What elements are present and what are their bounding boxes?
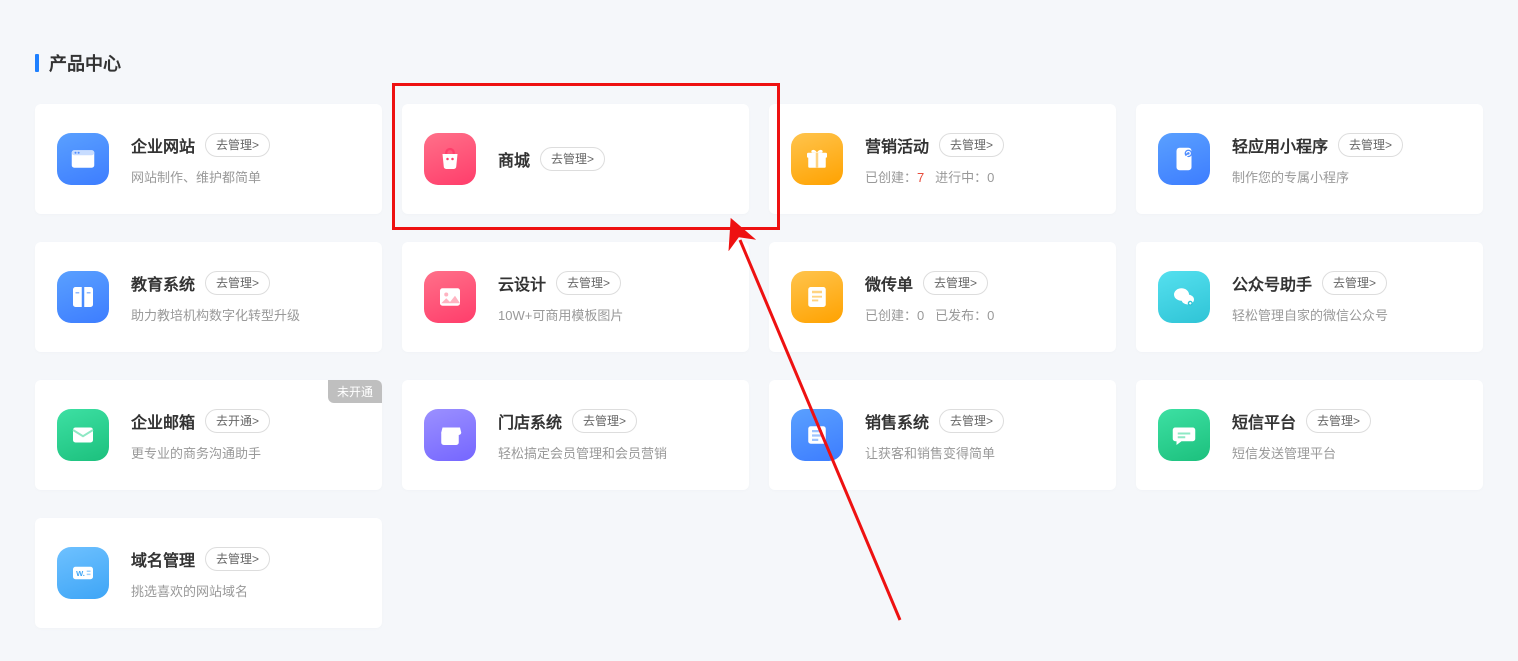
card-desc: 让获客和销售变得简单 xyxy=(865,443,1094,462)
created-label: 已创建： xyxy=(865,308,917,323)
activate-button[interactable]: 去开通> xyxy=(205,409,270,433)
card-title: 轻应用小程序 xyxy=(1232,133,1328,157)
card-title: 商城 xyxy=(498,147,530,171)
manage-button[interactable]: 去管理> xyxy=(1306,409,1371,433)
card-desc: 已创建：7 进行中：0 xyxy=(865,167,1094,186)
card-desc: 10W+可商用模板图片 xyxy=(498,305,727,324)
card-title: 企业邮箱 xyxy=(131,409,195,433)
flyer-icon xyxy=(791,271,843,323)
manage-button[interactable]: 去管理> xyxy=(205,133,270,157)
manage-button[interactable]: 去管理> xyxy=(1338,133,1403,157)
manage-button[interactable]: 去管理> xyxy=(1322,271,1387,295)
list-icon xyxy=(791,409,843,461)
section-title-bar xyxy=(35,54,39,72)
card-desc: 短信发送管理平台 xyxy=(1232,443,1461,462)
chat-icon xyxy=(1158,409,1210,461)
product-grid: 企业网站 去管理> 网站制作、维护都简单 商城 去管理> xyxy=(35,104,1483,628)
section-title: 产品中心 xyxy=(35,50,1483,76)
created-label: 已创建： xyxy=(865,170,917,185)
domain-icon: W. xyxy=(57,547,109,599)
card-desc: 挑选喜欢的网站域名 xyxy=(131,581,360,600)
card-title: 销售系统 xyxy=(865,409,929,433)
gift-icon xyxy=(791,133,843,185)
pub-label: 已发布： xyxy=(924,308,987,323)
image-icon xyxy=(424,271,476,323)
shopping-bag-icon xyxy=(424,133,476,185)
card-title: 营销活动 xyxy=(865,133,929,157)
book-icon xyxy=(57,271,109,323)
card-sales[interactable]: 销售系统 去管理> 让获客和销售变得简单 xyxy=(769,380,1116,490)
card-title: 域名管理 xyxy=(131,547,195,571)
card-title: 门店系统 xyxy=(498,409,562,433)
window-icon xyxy=(57,133,109,185)
card-edu[interactable]: 教育系统 去管理> 助力教培机构数字化转型升级 xyxy=(35,242,382,352)
manage-button[interactable]: 去管理> xyxy=(572,409,637,433)
store-icon xyxy=(424,409,476,461)
card-sms[interactable]: 短信平台 去管理> 短信发送管理平台 xyxy=(1136,380,1483,490)
card-desc: 网站制作、维护都简单 xyxy=(131,167,360,186)
card-domain[interactable]: W. 域名管理 去管理> 挑选喜欢的网站域名 xyxy=(35,518,382,628)
card-title: 公众号助手 xyxy=(1232,271,1312,295)
manage-button[interactable]: 去管理> xyxy=(205,271,270,295)
card-mall[interactable]: 商城 去管理> xyxy=(402,104,749,214)
card-desc: 轻松管理自家的微信公众号 xyxy=(1232,305,1461,324)
running-label: 进行中： xyxy=(924,170,987,185)
card-desc: 制作您的专属小程序 xyxy=(1232,167,1461,186)
card-desc: 助力教培机构数字化转型升级 xyxy=(131,305,360,324)
card-desc: 已创建：0 已发布：0 xyxy=(865,305,1094,324)
card-title: 微传单 xyxy=(865,271,913,295)
card-mail[interactable]: 未开通 企业邮箱 去开通> 更专业的商务沟通助手 xyxy=(35,380,382,490)
manage-button[interactable]: 去管理> xyxy=(205,547,270,571)
miniprogram-icon xyxy=(1158,133,1210,185)
manage-button[interactable]: 去管理> xyxy=(540,147,605,171)
inactive-tag: 未开通 xyxy=(328,380,382,403)
mail-icon xyxy=(57,409,109,461)
manage-button[interactable]: 去管理> xyxy=(939,133,1004,157)
card-miniapp[interactable]: 轻应用小程序 去管理> 制作您的专属小程序 xyxy=(1136,104,1483,214)
svg-text:W.: W. xyxy=(76,569,85,578)
card-title: 教育系统 xyxy=(131,271,195,295)
card-title: 短信平台 xyxy=(1232,409,1296,433)
card-title: 企业网站 xyxy=(131,133,195,157)
card-desc: 轻松搞定会员管理和会员营销 xyxy=(498,443,727,462)
card-title: 云设计 xyxy=(498,271,546,295)
pub-count: 0 xyxy=(987,308,994,323)
card-website[interactable]: 企业网站 去管理> 网站制作、维护都简单 xyxy=(35,104,382,214)
card-flyer[interactable]: 微传单 去管理> 已创建：0 已发布：0 xyxy=(769,242,1116,352)
card-mp[interactable]: 公众号助手 去管理> 轻松管理自家的微信公众号 xyxy=(1136,242,1483,352)
card-marketing[interactable]: 营销活动 去管理> 已创建：7 进行中：0 xyxy=(769,104,1116,214)
manage-button[interactable]: 去管理> xyxy=(556,271,621,295)
card-desc: 更专业的商务沟通助手 xyxy=(131,443,360,462)
manage-button[interactable]: 去管理> xyxy=(939,409,1004,433)
card-store[interactable]: 门店系统 去管理> 轻松搞定会员管理和会员营销 xyxy=(402,380,749,490)
manage-button[interactable]: 去管理> xyxy=(923,271,988,295)
running-count: 0 xyxy=(987,170,994,185)
card-design[interactable]: 云设计 去管理> 10W+可商用模板图片 xyxy=(402,242,749,352)
section-title-text: 产品中心 xyxy=(49,50,121,76)
wechat-icon xyxy=(1158,271,1210,323)
